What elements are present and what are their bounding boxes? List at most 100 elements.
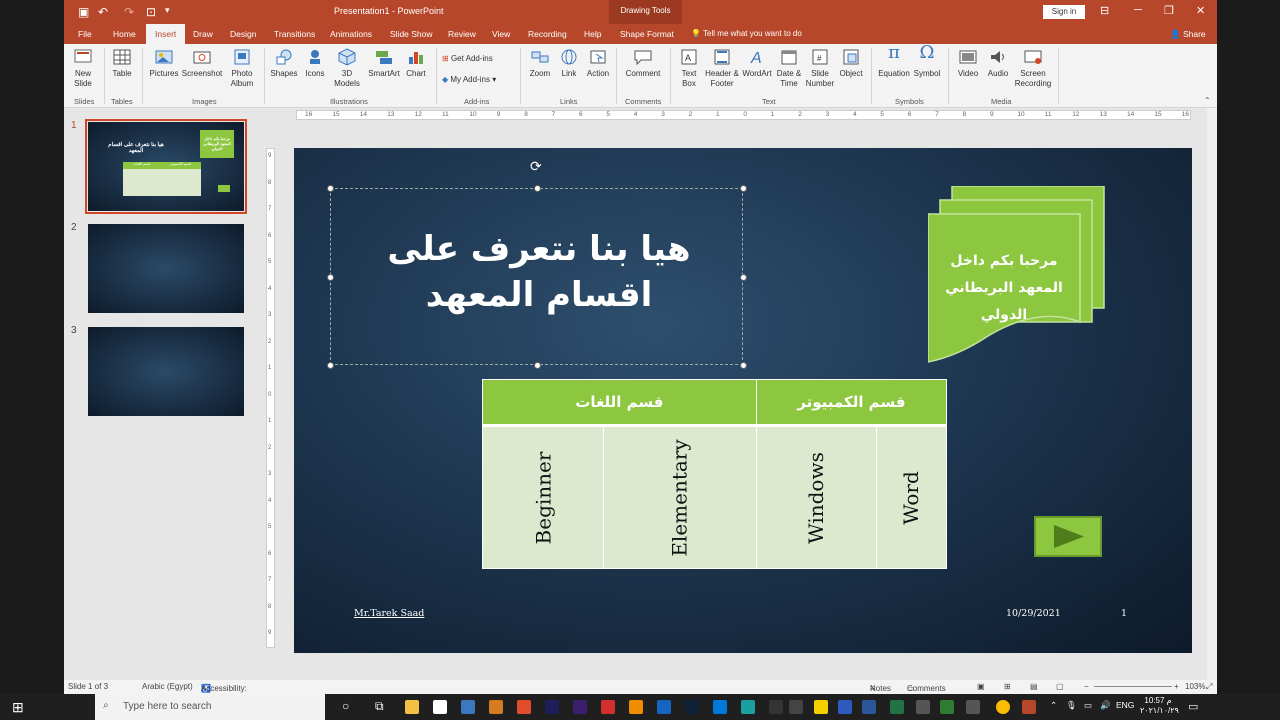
3d-models-button[interactable]: 3D Models xyxy=(330,48,364,89)
redo-icon[interactable]: ↷ xyxy=(124,5,134,19)
tray-overflow-icon[interactable]: ⌃ xyxy=(1050,700,1057,711)
app-icon[interactable] xyxy=(789,700,803,714)
header-footer-button[interactable]: Header & Footer xyxy=(704,48,740,89)
tab-insert[interactable]: Insert xyxy=(146,24,186,44)
language-indicator[interactable]: Arabic (Egypt) xyxy=(142,682,193,691)
mail-icon[interactable] xyxy=(461,700,475,714)
after-effects-icon[interactable] xyxy=(573,700,587,714)
normal-view-icon[interactable]: ▣ xyxy=(977,682,985,691)
chrome-icon[interactable] xyxy=(996,700,1010,714)
edge-icon[interactable] xyxy=(713,700,727,714)
edge-beta-icon[interactable] xyxy=(741,700,755,714)
icons-button[interactable]: Icons xyxy=(302,48,328,79)
app-icon[interactable] xyxy=(966,700,980,714)
comment-button[interactable]: Comment xyxy=(622,48,664,79)
customize-qat-icon[interactable]: ▾ xyxy=(165,5,170,16)
browser-icon[interactable] xyxy=(657,700,671,714)
slideshow-view-icon[interactable]: ▢ xyxy=(1056,682,1064,691)
tab-recording[interactable]: Recording xyxy=(528,29,567,39)
powerpoint-icon[interactable] xyxy=(1022,700,1036,714)
link-button[interactable]: Link xyxy=(556,48,582,79)
vlc-icon[interactable] xyxy=(629,700,643,714)
object-button[interactable]: Object xyxy=(836,48,866,79)
premiere-icon[interactable] xyxy=(545,700,559,714)
resize-handle[interactable] xyxy=(327,274,334,281)
tab-animations[interactable]: Animations xyxy=(330,29,372,39)
app-icon[interactable] xyxy=(517,700,531,714)
slide-thumbnail-1[interactable]: هيا بنا نتعرف على اقسام المعهد مرحبا بكم… xyxy=(85,119,247,214)
resize-handle[interactable] xyxy=(327,362,334,369)
slide-number-button[interactable]: # Slide Number xyxy=(804,48,836,89)
photoshop-icon[interactable] xyxy=(685,700,699,714)
get-addins-button[interactable]: ⊞ Get Add-ins xyxy=(442,54,493,64)
video-button[interactable]: Video xyxy=(954,48,982,79)
sign-in-button[interactable]: Sign in xyxy=(1043,5,1085,19)
task-view-icon[interactable]: ⧉ xyxy=(375,699,384,714)
resize-handle[interactable] xyxy=(327,185,334,192)
notifications-icon[interactable]: ▭ xyxy=(1188,700,1198,713)
microphone-icon[interactable]: 🎙 xyxy=(1066,700,1077,711)
reading-view-icon[interactable]: ▤ xyxy=(1030,682,1038,691)
my-addins-button[interactable]: ◆ My Add-ins ▾ xyxy=(442,75,496,85)
keyboard-language[interactable]: ENG xyxy=(1116,700,1134,710)
tab-slide-show[interactable]: Slide Show xyxy=(390,29,433,39)
slide-thumbnail-2[interactable] xyxy=(88,224,244,313)
photo-album-button[interactable]: Photo Album xyxy=(226,48,258,89)
resize-handle[interactable] xyxy=(740,274,747,281)
app-icon[interactable] xyxy=(940,700,954,714)
tell-me-box[interactable]: 💡 Tell me what you want to do xyxy=(691,29,802,38)
taskbar-clock[interactable]: 10:57 م ٢٠٢١/١٠/٢٩ xyxy=(1140,696,1179,716)
app-icon[interactable] xyxy=(916,700,930,714)
cortana-icon[interactable]: ○ xyxy=(342,699,349,713)
tab-shape-format[interactable]: Shape Format xyxy=(620,29,674,39)
taskbar-search[interactable]: ⌕ Type here to search xyxy=(95,694,325,720)
screen-recording-button[interactable]: Screen Recording xyxy=(1014,48,1052,89)
zoom-level[interactable]: 103% xyxy=(1185,682,1205,691)
chart-button[interactable]: Chart xyxy=(402,48,430,79)
volume-icon[interactable]: 🔊 xyxy=(1100,700,1111,711)
slide-sorter-icon[interactable]: ⊞ xyxy=(1004,682,1011,691)
close-button[interactable]: ✕ xyxy=(1196,4,1205,17)
resize-handle[interactable] xyxy=(534,185,541,192)
slideshow-start-icon[interactable]: ⊡ xyxy=(146,5,156,19)
tab-transitions[interactable]: Transitions xyxy=(274,29,315,39)
slide-thumbnail-3[interactable] xyxy=(88,327,244,416)
equation-button[interactable]: π Equation xyxy=(876,44,912,79)
resize-handle[interactable] xyxy=(534,362,541,369)
date-time-button[interactable]: Date & Time xyxy=(774,48,804,89)
tab-home[interactable]: Home xyxy=(113,29,136,39)
store-icon[interactable] xyxy=(433,700,447,714)
undo-icon[interactable]: ↶ xyxy=(98,5,108,19)
text-box-button[interactable]: A Text Box xyxy=(676,48,702,89)
minimize-button[interactable]: ─ xyxy=(1134,4,1142,16)
rotate-handle-icon[interactable]: ⟳ xyxy=(530,158,542,175)
tab-review[interactable]: Review xyxy=(448,29,476,39)
action-button[interactable]: Action xyxy=(584,48,612,79)
network-icon[interactable]: ▭ xyxy=(1084,700,1092,711)
slide-canvas[interactable]: ⟳ هيا بنا نتعرف على اقسام المعهد مرحبا ب… xyxy=(294,148,1192,653)
tab-file[interactable]: File xyxy=(78,29,92,39)
illustrator-icon[interactable] xyxy=(489,700,503,714)
screenshot-button[interactable]: Screenshot xyxy=(181,48,223,79)
tab-help[interactable]: Help xyxy=(584,29,601,39)
departments-table[interactable]: قسم اللغات قسم الكمبيوتر Beginner Elemen… xyxy=(481,379,948,569)
shapes-button[interactable]: Shapes xyxy=(269,48,299,79)
save-icon[interactable]: ▣ xyxy=(78,5,89,19)
tab-design[interactable]: Design xyxy=(230,29,256,39)
smartart-button[interactable]: SmartArt xyxy=(367,48,401,79)
tab-view[interactable]: View xyxy=(492,29,510,39)
symbol-button[interactable]: Ω Symbol xyxy=(912,44,942,79)
tab-draw[interactable]: Draw xyxy=(193,29,213,39)
wordart-button[interactable]: A WordArt xyxy=(740,48,774,79)
action-button-play[interactable] xyxy=(1034,516,1102,557)
collapse-ribbon-icon[interactable]: ⌃ xyxy=(1204,96,1211,105)
new-slide-button[interactable]: New Slide xyxy=(70,48,96,89)
maximize-button[interactable]: ❐ xyxy=(1164,4,1174,17)
resize-handle[interactable] xyxy=(740,185,747,192)
fit-slide-icon[interactable]: ⤢ xyxy=(1206,682,1212,692)
table-button[interactable]: Table xyxy=(109,48,135,79)
pictures-button[interactable]: Pictures xyxy=(148,48,180,79)
word-icon[interactable] xyxy=(862,700,876,714)
file-explorer-icon[interactable] xyxy=(405,700,419,714)
audio-button[interactable]: Audio xyxy=(984,48,1012,79)
